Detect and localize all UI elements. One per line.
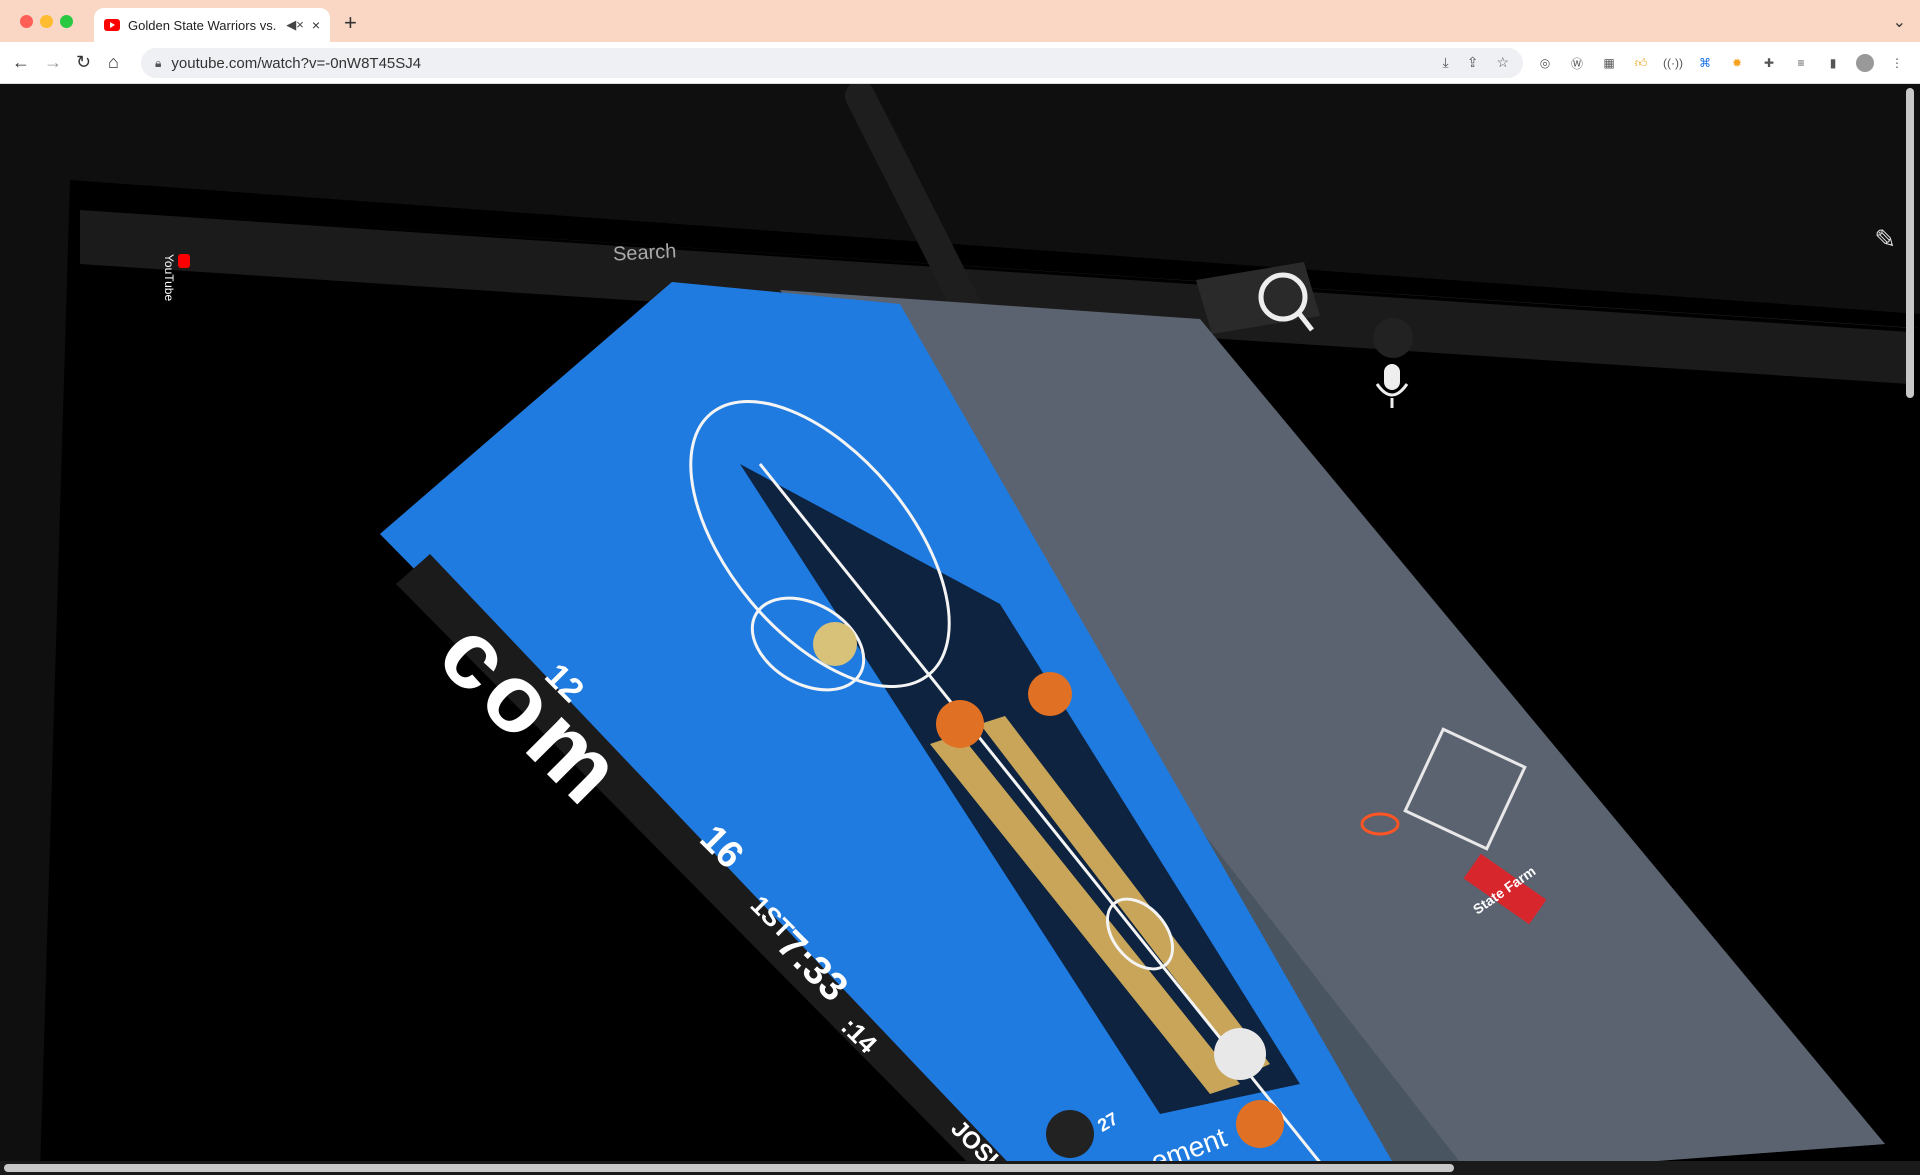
wordpress-extension-icon[interactable]: Ⓦ: [1568, 54, 1586, 72]
url-text[interactable]: youtube.com/watch?v=-0nW8T45SJ4: [171, 55, 421, 72]
zoom-window-button[interactable]: [60, 15, 73, 28]
youtube-page: com 12 16 1ST 7:33 :14 JOSH State Farm 2…: [0, 84, 1920, 1175]
sidebar-icon[interactable]: ▮: [1824, 54, 1842, 72]
more-menu-icon[interactable]: ⋮: [1888, 54, 1906, 72]
youtube-logo[interactable]: YouTube: [130, 254, 190, 302]
home-icon[interactable]: ⌂: [108, 52, 119, 73]
share-icon[interactable]: ⇪: [1467, 54, 1479, 71]
search-input[interactable]: Search: [612, 240, 676, 266]
browser-tab[interactable]: Golden State Warriors vs. ◀× ×: [94, 8, 330, 42]
address-bar[interactable]: 🔒︎ youtube.com/watch?v=-0nW8T45SJ4 ⤓ ⇪ ☆: [141, 48, 1523, 78]
tab-search-chevron-icon[interactable]: ⌄: [1893, 12, 1906, 32]
speaker-muted-icon[interactable]: ◀×: [286, 17, 304, 33]
extensions-bar: ◎ Ⓦ ▦ 👍︎ ((·)) ⌘ ✹ ✚ ≡ ▮ ⋮: [1536, 54, 1906, 72]
pen-icon[interactable]: ✎: [1874, 224, 1896, 255]
back-arrow-icon[interactable]: ←: [12, 52, 30, 73]
browser-toolbar: ← → ↻ ⌂ 🔒︎ youtube.com/watch?v=-0nW8T45S…: [0, 42, 1920, 84]
close-window-button[interactable]: [20, 15, 33, 28]
rotated-page-canvas: [40, 84, 1920, 1175]
vertical-scrollbar-thumb[interactable]: [1906, 88, 1914, 398]
browser-titlebar: Golden State Warriors vs. ◀× × + ⌄: [0, 0, 1920, 42]
tab-close-button[interactable]: ×: [312, 17, 320, 33]
referee: [1046, 1110, 1094, 1158]
profile-extension-icon[interactable]: ◎: [1536, 54, 1554, 72]
broadcast-extension-icon[interactable]: ((·)): [1663, 54, 1683, 72]
avatar[interactable]: [1856, 54, 1874, 72]
minimize-window-button[interactable]: [40, 15, 53, 28]
thumbs-up-extension-icon[interactable]: 👍︎: [1632, 54, 1650, 72]
calculator-extension-icon[interactable]: ▦: [1600, 54, 1618, 72]
puzzle-extensions-icon[interactable]: ✚: [1760, 54, 1778, 72]
youtube-favicon-icon: [104, 19, 120, 31]
player: [936, 700, 984, 748]
player: [1028, 672, 1072, 716]
youtube-logo-text: YouTube: [162, 254, 176, 302]
forward-arrow-icon[interactable]: →: [44, 52, 62, 73]
player: [813, 622, 857, 666]
bookmark-star-icon[interactable]: ☆: [1496, 54, 1509, 71]
lock-icon[interactable]: 🔒︎: [155, 56, 161, 71]
sun-extension-icon[interactable]: ✹: [1728, 54, 1746, 72]
reload-icon[interactable]: ↻: [76, 52, 91, 73]
youtube-logo-icon: [178, 254, 190, 268]
tab-title: Golden State Warriors vs.: [128, 17, 277, 33]
player: [1236, 1100, 1284, 1148]
player: [1214, 1028, 1266, 1080]
translate-extension-icon[interactable]: ⌘: [1696, 54, 1714, 72]
install-app-icon[interactable]: ⤓: [1443, 54, 1449, 71]
horizontal-scrollbar-thumb[interactable]: [4, 1164, 1454, 1172]
new-tab-button[interactable]: +: [344, 10, 357, 36]
playlist-icon[interactable]: ≡: [1792, 54, 1810, 72]
